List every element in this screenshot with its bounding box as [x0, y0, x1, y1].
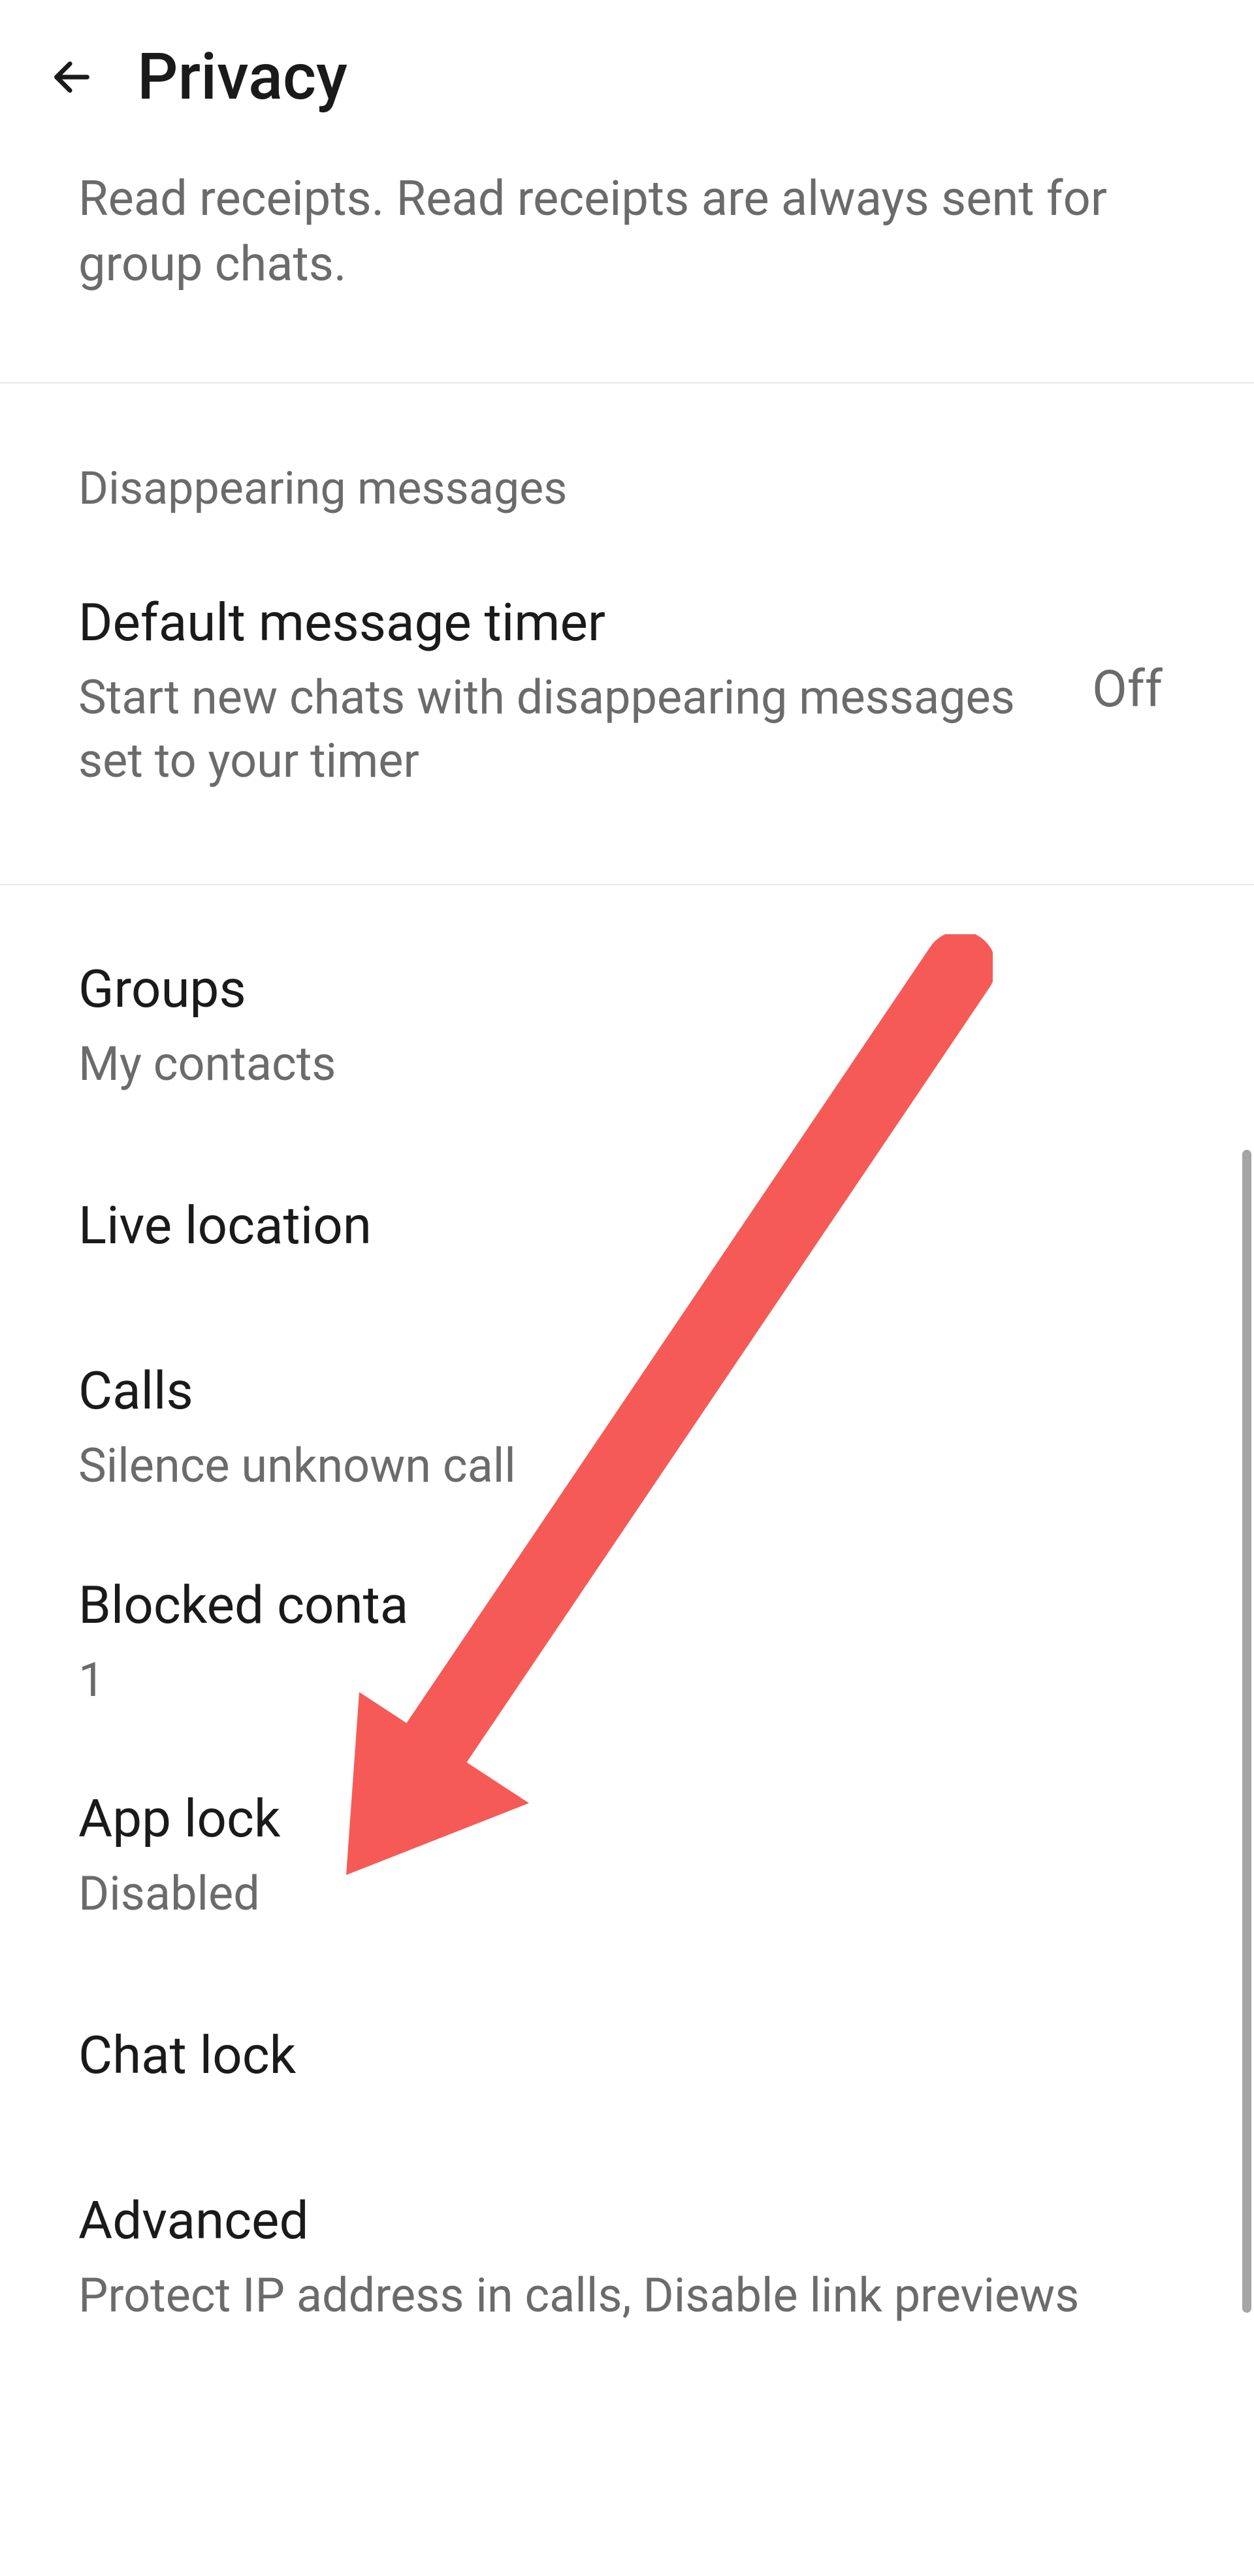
groups-title: Groups: [78, 954, 1176, 1024]
blocked-contacts-title: Blocked conta: [78, 1570, 1176, 1640]
default-message-timer-value: Off: [1092, 660, 1163, 719]
blocked-contacts-sub: 1: [78, 1648, 1176, 1712]
live-location-item[interactable]: Live location: [0, 1132, 1254, 1320]
advanced-title: Advanced: [78, 2185, 1176, 2256]
advanced-sub: Protect IP address in calls, Disable lin…: [78, 2264, 1176, 2327]
default-message-timer-title: Default message timer: [78, 587, 1040, 658]
calls-title: Calls: [78, 1356, 1176, 1426]
app-lock-item[interactable]: App lock Disabled: [0, 1748, 1254, 1961]
header: Privacy: [0, 0, 1254, 167]
disappearing-heading: Disappearing messages: [78, 462, 1176, 515]
privacy-screen: Privacy Read receipts. Read receipts are…: [0, 0, 1254, 2396]
groups-item[interactable]: Groups My contacts: [0, 918, 1254, 1132]
default-message-timer-row[interactable]: Default message timer Start new chats wi…: [78, 587, 1176, 792]
chat-lock-title: Chat lock: [78, 2020, 1176, 2091]
blocked-contacts-item[interactable]: Blocked conta 1: [0, 1534, 1254, 1748]
read-receipts-info: Read receipts. Read receipts are always …: [0, 167, 1254, 383]
back-arrow-icon[interactable]: [46, 51, 98, 103]
app-lock-title: App lock: [78, 1784, 1176, 1854]
read-receipts-info-text: Read receipts. Read receipts are always …: [78, 167, 1176, 297]
advanced-item[interactable]: Advanced Protect IP address in calls, Di…: [0, 2149, 1254, 2363]
chat-lock-item[interactable]: Chat lock: [0, 1961, 1254, 2149]
app-lock-sub: Disabled: [78, 1862, 1176, 1925]
settings-list: Groups My contacts Live location Calls S…: [0, 885, 1254, 2396]
calls-sub: Silence unknown call: [78, 1434, 1176, 1497]
groups-sub: My contacts: [78, 1032, 1176, 1096]
disappearing-section: Disappearing messages Default message ti…: [0, 383, 1254, 885]
live-location-title: Live location: [78, 1190, 1176, 1261]
calls-item[interactable]: Calls Silence unknown call: [0, 1320, 1254, 1533]
vertical-scrollbar[interactable]: [1242, 1150, 1251, 2313]
default-message-timer-sub: Start new chats with disappearing messag…: [78, 666, 1040, 792]
page-title: Privacy: [137, 39, 347, 114]
default-message-timer-text: Default message timer Start new chats wi…: [78, 587, 1040, 792]
